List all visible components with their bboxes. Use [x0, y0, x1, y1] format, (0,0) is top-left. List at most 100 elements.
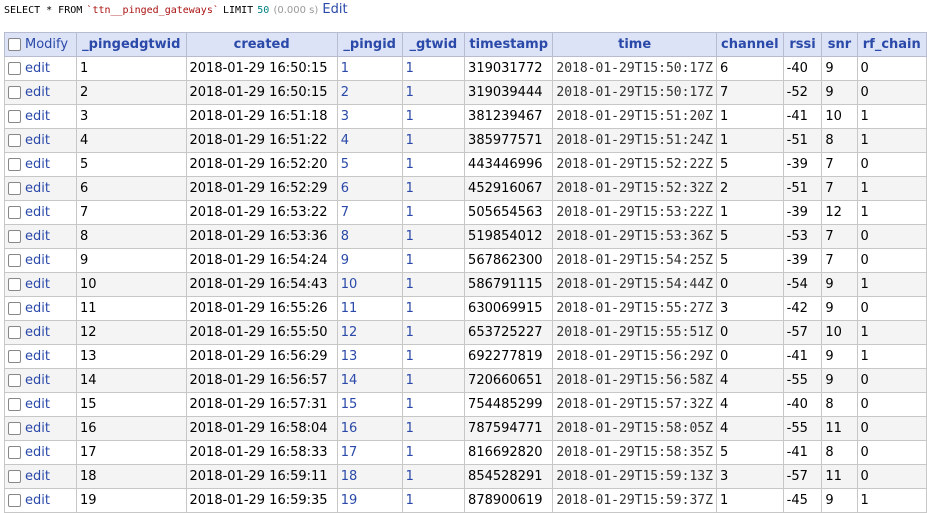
header-rssi[interactable]: rssi: [782, 32, 823, 57]
cell-pingid[interactable]: 16: [336, 416, 403, 441]
cell-pingid[interactable]: 11: [336, 296, 403, 321]
row-select-cell: edit: [3, 416, 78, 441]
cell-pingedgtwid: 15: [76, 392, 187, 417]
row-edit-link[interactable]: edit: [25, 445, 50, 460]
cell-pingid[interactable]: 15: [336, 392, 403, 417]
cell-pingid[interactable]: 5: [336, 152, 403, 177]
table-row: edit 9 2018-01-29 16:54:24 9 1 567862300 2018-…: [3, 248, 927, 273]
cell-gtwid[interactable]: 1: [401, 320, 466, 345]
cell-gtwid[interactable]: 1: [401, 56, 466, 81]
row-edit-link[interactable]: edit: [25, 373, 50, 388]
row-edit-link[interactable]: edit: [25, 85, 50, 100]
cell-gtwid[interactable]: 1: [401, 224, 466, 249]
cell-snr: 8: [821, 128, 858, 153]
row-edit-link[interactable]: edit: [25, 493, 50, 508]
row-edit-link[interactable]: edit: [25, 61, 50, 76]
row-edit-link[interactable]: edit: [25, 397, 50, 412]
cell-gtwid[interactable]: 1: [401, 128, 466, 153]
header-rf-chain[interactable]: rf_chain: [856, 32, 927, 57]
header-pingedgtwid[interactable]: _pingedgtwid: [76, 32, 187, 57]
cell-rf-chain: 0: [856, 416, 927, 441]
row-checkbox[interactable]: [8, 350, 21, 363]
row-checkbox[interactable]: [8, 110, 21, 123]
row-edit-link[interactable]: edit: [25, 157, 50, 172]
row-checkbox[interactable]: [8, 278, 21, 291]
cell-pingid[interactable]: 2: [336, 80, 403, 105]
cell-pingid[interactable]: 19: [336, 488, 403, 513]
row-checkbox[interactable]: [8, 134, 21, 147]
cell-gtwid[interactable]: 1: [401, 104, 466, 129]
cell-pingid[interactable]: 12: [336, 320, 403, 345]
cell-gtwid[interactable]: 1: [401, 176, 466, 201]
cell-gtwid[interactable]: 1: [401, 200, 466, 225]
header-gtwid[interactable]: _gtwid: [401, 32, 466, 57]
row-checkbox[interactable]: [8, 470, 21, 483]
row-edit-link[interactable]: edit: [25, 181, 50, 196]
row-edit-link[interactable]: edit: [25, 229, 50, 244]
header-snr[interactable]: snr: [821, 32, 858, 57]
cell-pingid[interactable]: 1: [336, 56, 403, 81]
cell-gtwid[interactable]: 1: [401, 416, 466, 441]
cell-gtwid[interactable]: 1: [401, 296, 466, 321]
cell-gtwid[interactable]: 1: [401, 464, 466, 489]
row-checkbox[interactable]: [8, 446, 21, 459]
cell-pingid[interactable]: 18: [336, 464, 403, 489]
header-modify[interactable]: Modify: [3, 32, 78, 57]
row-checkbox[interactable]: [8, 86, 21, 99]
query-table-name: `ttn__pinged_gateways`: [86, 5, 219, 16]
cell-pingid[interactable]: 14: [336, 368, 403, 393]
header-pingid[interactable]: _pingid: [336, 32, 403, 57]
row-edit-link[interactable]: edit: [25, 349, 50, 364]
select-all-checkbox[interactable]: [8, 38, 21, 51]
cell-gtwid[interactable]: 1: [401, 272, 466, 297]
row-edit-link[interactable]: edit: [25, 469, 50, 484]
table-row: edit 6 2018-01-29 16:52:29 6 1 452916067 2018-…: [3, 176, 927, 201]
cell-pingid[interactable]: 4: [336, 128, 403, 153]
cell-pingid[interactable]: 9: [336, 248, 403, 273]
row-edit-link[interactable]: edit: [25, 205, 50, 220]
cell-gtwid[interactable]: 1: [401, 344, 466, 369]
row-edit-link[interactable]: edit: [25, 421, 50, 436]
row-checkbox[interactable]: [8, 182, 21, 195]
row-edit-link[interactable]: edit: [25, 253, 50, 268]
header-timestamp[interactable]: timestamp: [464, 32, 554, 57]
cell-pingid[interactable]: 10: [336, 272, 403, 297]
cell-created: 2018-01-29 16:54:24: [185, 248, 338, 273]
cell-pingid[interactable]: 3: [336, 104, 403, 129]
cell-pingid[interactable]: 6: [336, 176, 403, 201]
cell-gtwid[interactable]: 1: [401, 368, 466, 393]
row-checkbox[interactable]: [8, 206, 21, 219]
row-checkbox[interactable]: [8, 422, 21, 435]
cell-timestamp: 720660651: [464, 368, 554, 393]
cell-channel: 7: [715, 80, 784, 105]
row-checkbox[interactable]: [8, 158, 21, 171]
row-edit-link[interactable]: edit: [25, 301, 50, 316]
row-checkbox[interactable]: [8, 374, 21, 387]
edit-query-link[interactable]: Edit: [322, 2, 347, 17]
cell-pingid[interactable]: 7: [336, 200, 403, 225]
header-channel[interactable]: channel: [715, 32, 784, 57]
header-time[interactable]: time: [552, 32, 717, 57]
header-created[interactable]: created: [185, 32, 338, 57]
row-checkbox[interactable]: [8, 494, 21, 507]
cell-gtwid[interactable]: 1: [401, 152, 466, 177]
row-checkbox[interactable]: [8, 398, 21, 411]
row-edit-link[interactable]: edit: [25, 109, 50, 124]
row-checkbox[interactable]: [8, 230, 21, 243]
cell-pingid[interactable]: 8: [336, 224, 403, 249]
cell-gtwid[interactable]: 1: [401, 392, 466, 417]
row-checkbox[interactable]: [8, 326, 21, 339]
row-checkbox[interactable]: [8, 302, 21, 315]
row-edit-link[interactable]: edit: [25, 325, 50, 340]
cell-gtwid[interactable]: 1: [401, 440, 466, 465]
row-checkbox[interactable]: [8, 254, 21, 267]
cell-timestamp: 385977571: [464, 128, 554, 153]
row-edit-link[interactable]: edit: [25, 133, 50, 148]
cell-gtwid[interactable]: 1: [401, 80, 466, 105]
row-edit-link[interactable]: edit: [25, 277, 50, 292]
cell-gtwid[interactable]: 1: [401, 248, 466, 273]
cell-gtwid[interactable]: 1: [401, 488, 466, 513]
cell-pingid[interactable]: 13: [336, 344, 403, 369]
cell-pingid[interactable]: 17: [336, 440, 403, 465]
row-checkbox[interactable]: [8, 62, 21, 75]
